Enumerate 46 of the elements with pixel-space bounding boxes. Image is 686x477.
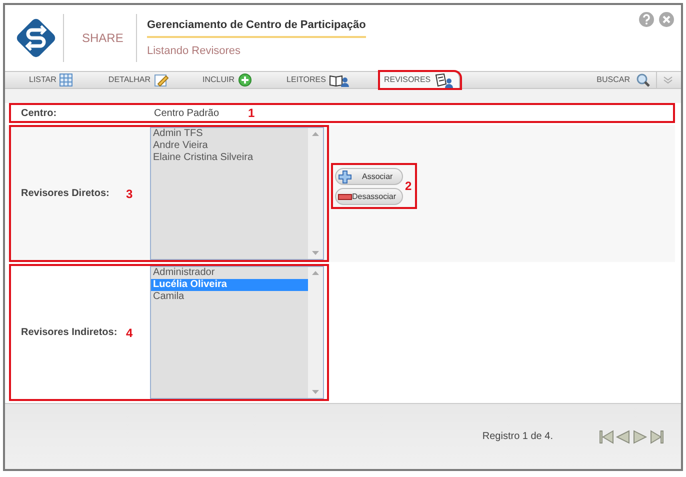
list-option[interactable]: Andre Vieira (151, 140, 308, 152)
edit-icon (154, 72, 169, 88)
tab[interactable]: INCLUIR (198, 72, 257, 88)
scroll-down-icon[interactable] (312, 251, 319, 255)
page-title: Gerenciamento de Centro de Participação (147, 16, 366, 38)
list-box[interactable]: Administrador Lucélia Oliveira Camila (150, 266, 324, 399)
search-label[interactable]: BUSCAR (596, 74, 630, 86)
chevron-down-icon[interactable] (663, 76, 673, 84)
search-icon[interactable] (636, 73, 650, 87)
brand-name: SHARE (82, 30, 124, 47)
record-counter: Registro 1 de 4. (482, 430, 553, 444)
tab[interactable]: LISTAR (25, 72, 78, 88)
page-subtitle: Listando Revisores (147, 44, 242, 59)
list-option[interactable]: Administrador (151, 267, 308, 279)
list-option[interactable]: Elaine Cristina Silveira (151, 152, 308, 164)
callout-number: 2 (405, 178, 412, 195)
help-icon[interactable] (639, 12, 654, 27)
field-value: Centro Padrão (154, 106, 220, 120)
callout-number: 1 (248, 105, 255, 122)
tab[interactable]: LEITORES (282, 72, 354, 88)
book-person-icon (328, 72, 350, 88)
plus-circle-icon (238, 72, 253, 88)
close-icon[interactable] (659, 12, 674, 27)
tab[interactable]: REVISORES (380, 72, 460, 88)
action-button[interactable]: Desassociar (335, 188, 403, 205)
scrollbar[interactable] (308, 267, 323, 398)
field-label: Revisores Diretos: (21, 187, 110, 201)
scrollbar[interactable] (308, 128, 323, 259)
callout-number: 3 (126, 186, 134, 202)
action-button[interactable]: Associar (335, 168, 403, 185)
scroll-up-icon[interactable] (312, 132, 319, 136)
tab[interactable]: DETALHAR (104, 72, 173, 88)
minus-icon (338, 194, 352, 200)
pagination-icon[interactable] (599, 430, 665, 444)
list-box[interactable]: Admin TFS Andre Vieira Elaine Cristina Silveira (150, 127, 324, 260)
list-option[interactable]: Lucélia Oliveira (151, 279, 308, 291)
field-label: Revisores Indiretos: (21, 326, 118, 340)
table-icon (59, 72, 74, 88)
callout-number: 4 (126, 324, 134, 342)
plus-icon (338, 170, 352, 184)
field-label: Centro: (21, 106, 58, 120)
list-option[interactable]: Camila (151, 291, 308, 303)
scroll-down-icon[interactable] (312, 390, 319, 394)
scroll-up-icon[interactable] (312, 271, 319, 275)
list-option[interactable]: Admin TFS (151, 128, 308, 140)
document-person-icon (434, 72, 455, 88)
